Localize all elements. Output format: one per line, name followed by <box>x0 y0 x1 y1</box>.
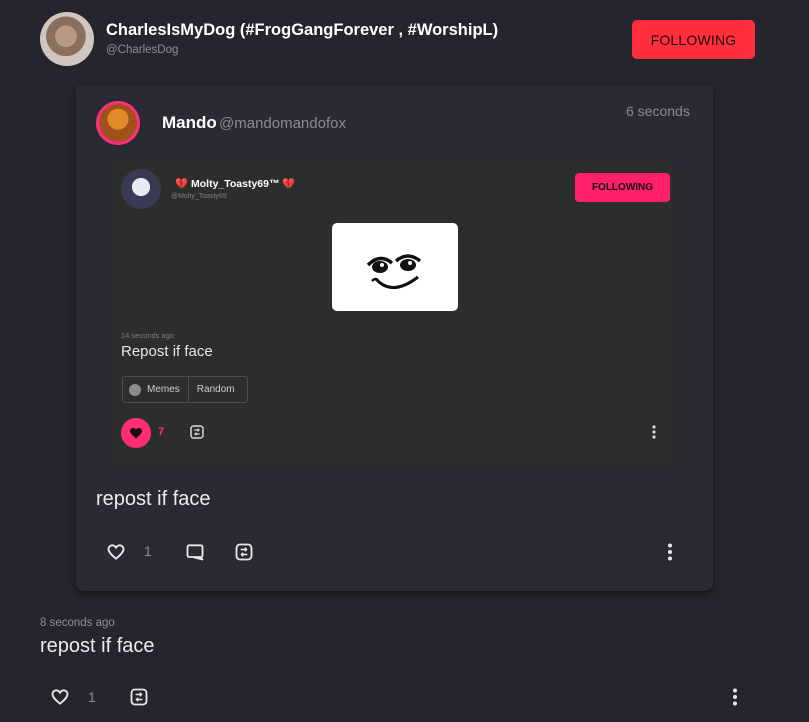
repost-like-button[interactable] <box>106 542 126 562</box>
following-button[interactable]: FOLLOWING <box>632 20 755 59</box>
author-handle[interactable]: @CharlesDog <box>106 44 178 56</box>
post-like-button[interactable] <box>50 687 70 707</box>
heart-icon[interactable] <box>106 542 126 562</box>
tag-random: Random <box>189 377 241 402</box>
screenshot-timestamp: 14 seconds ago <box>121 331 174 340</box>
screenshot-like-button <box>121 418 151 448</box>
repost-author-name[interactable]: Mando <box>162 113 217 133</box>
post-timestamp: 8 seconds ago <box>40 617 115 629</box>
repost-icon[interactable] <box>129 687 149 707</box>
heart-filled-icon <box>130 428 142 439</box>
post-text: repost if face <box>40 635 155 657</box>
screenshot-author-name: 💔 Molty_Toasty69™ 💔 <box>175 178 296 190</box>
tag-avatar-icon <box>129 383 141 396</box>
repost-comment-button[interactable] <box>185 542 205 562</box>
face-image <box>332 223 458 311</box>
tag-label: Random <box>196 384 235 395</box>
repost-repost-button[interactable] <box>234 542 254 562</box>
screenshot-author-avatar <box>121 169 161 209</box>
comment-icon[interactable] <box>185 542 205 562</box>
screenshot-more-icon <box>646 424 662 440</box>
tag-label: Memes <box>147 384 180 395</box>
repost-more-button[interactable] <box>660 542 680 562</box>
repost-author-avatar[interactable] <box>96 101 140 145</box>
repost-icon[interactable] <box>234 542 254 562</box>
repost-author-handle[interactable]: @mandomandofox <box>219 115 346 132</box>
embedded-screenshot-image[interactable] <box>113 161 674 466</box>
post-repost-button[interactable] <box>129 687 149 707</box>
screenshot-post-text: Repost if face <box>121 343 213 360</box>
author-name[interactable]: CharlesIsMyDog (#FrogGangForever , #Wors… <box>106 21 498 40</box>
screenshot-tags: Memes Random <box>122 376 248 403</box>
screenshot-following-button: FOLLOWING <box>575 173 670 202</box>
more-vertical-icon[interactable] <box>725 687 745 707</box>
post-like-count: 1 <box>88 689 96 705</box>
author-avatar[interactable] <box>40 12 94 66</box>
screenshot-repost-icon <box>189 424 205 440</box>
screenshot-like-count: 7 <box>158 426 165 438</box>
repost-timestamp: 6 seconds <box>626 103 690 119</box>
more-vertical-icon[interactable] <box>660 542 680 562</box>
repost-like-count: 1 <box>144 543 152 559</box>
smug-face-icon <box>366 254 422 289</box>
repost-text: repost if face <box>96 488 211 510</box>
heart-icon[interactable] <box>50 687 70 707</box>
post-more-button[interactable] <box>725 687 745 707</box>
screenshot-author-handle: @Molty_Toasty69 <box>171 193 227 200</box>
tag-memes: Memes <box>123 377 189 402</box>
